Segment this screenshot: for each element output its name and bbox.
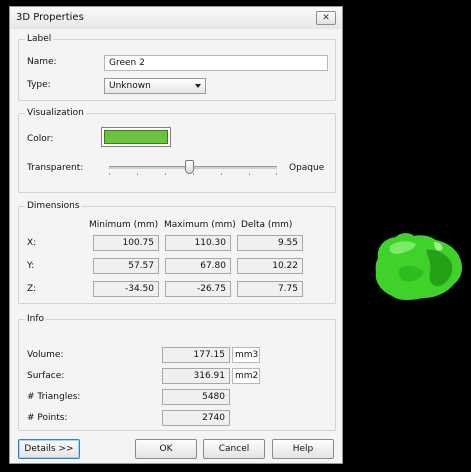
close-button[interactable]: ✕ (316, 11, 336, 25)
axis-label-z: Z: (27, 284, 37, 294)
volume-value: 177.15 (162, 347, 230, 363)
dialog-titlebar[interactable]: 3D Properties ✕ (10, 7, 342, 29)
type-select[interactable]: Unknown (104, 78, 206, 94)
slider-tick (221, 173, 222, 175)
dimensions-group: Dimensions Minimum (mm) Maximum (mm) Del… (18, 201, 336, 304)
transparency-slider[interactable] (109, 158, 277, 178)
z-delta-value: 7.75 (237, 281, 303, 297)
properties-dialog: 3D Properties ✕ Label Name: Green 2 Type… (9, 6, 343, 464)
name-label: Name: (27, 57, 57, 67)
opaque-label: Opaque (289, 163, 325, 173)
slider-tick (249, 173, 250, 175)
type-label: Type: (27, 80, 51, 90)
cancel-button[interactable]: Cancel (203, 439, 265, 459)
x-max-value: 110.30 (165, 235, 231, 251)
chevron-down-icon (195, 84, 201, 88)
y-delta-value: 10.22 (237, 258, 303, 274)
z-min-value: -34.50 (93, 281, 159, 297)
label-group-title: Label (25, 34, 54, 44)
x-min-value: 100.75 (93, 235, 159, 251)
points-value: 2740 (162, 410, 230, 426)
3d-mesh-object[interactable] (370, 228, 470, 308)
color-swatch (104, 130, 168, 144)
type-select-value: Unknown (109, 81, 151, 91)
surface-label: Surface: (27, 371, 65, 381)
header-minimum: Minimum (mm) (89, 220, 159, 230)
slider-tick (109, 173, 110, 175)
color-picker-button[interactable] (101, 127, 171, 147)
dimensions-group-title: Dimensions (25, 201, 82, 211)
visualization-group: Visualization Color: Transparent: Opaque (18, 108, 336, 193)
dialog-title: 3D Properties (16, 12, 84, 23)
info-group: Info Volume: 177.15 mm3 Surface: 316.91 … (18, 314, 336, 431)
volume-unit: mm3 (232, 347, 260, 363)
info-group-title: Info (25, 314, 47, 324)
y-min-value: 57.57 (93, 258, 159, 274)
label-group: Label Name: Green 2 Type: Unknown (18, 34, 336, 101)
visualization-group-title: Visualization (25, 108, 86, 118)
transparent-label: Transparent: (27, 163, 84, 173)
slider-tick (276, 173, 277, 175)
close-icon: ✕ (322, 13, 330, 23)
triangles-label: # Triangles: (27, 392, 81, 402)
header-maximum: Maximum (mm) (164, 220, 236, 230)
header-delta: Delta (mm) (241, 220, 293, 230)
slider-tick (137, 173, 138, 175)
axis-label-y: Y: (27, 261, 35, 271)
z-max-value: -26.75 (165, 281, 231, 297)
x-delta-value: 9.55 (237, 235, 303, 251)
help-button[interactable]: Help (272, 439, 334, 459)
color-label: Color: (27, 134, 54, 144)
details-button[interactable]: Details >> (18, 439, 80, 459)
volume-label: Volume: (27, 350, 64, 360)
surface-unit: mm2 (232, 368, 260, 384)
ok-button[interactable]: OK (135, 439, 197, 459)
y-max-value: 67.80 (165, 258, 231, 274)
points-label: # Points: (27, 413, 68, 423)
slider-tick (165, 173, 166, 175)
name-input[interactable]: Green 2 (104, 55, 328, 71)
slider-tick (193, 173, 194, 175)
surface-value: 316.91 (162, 368, 230, 384)
axis-label-x: X: (27, 238, 37, 248)
slider-thumb[interactable] (185, 160, 194, 174)
triangles-value: 5480 (162, 389, 230, 405)
